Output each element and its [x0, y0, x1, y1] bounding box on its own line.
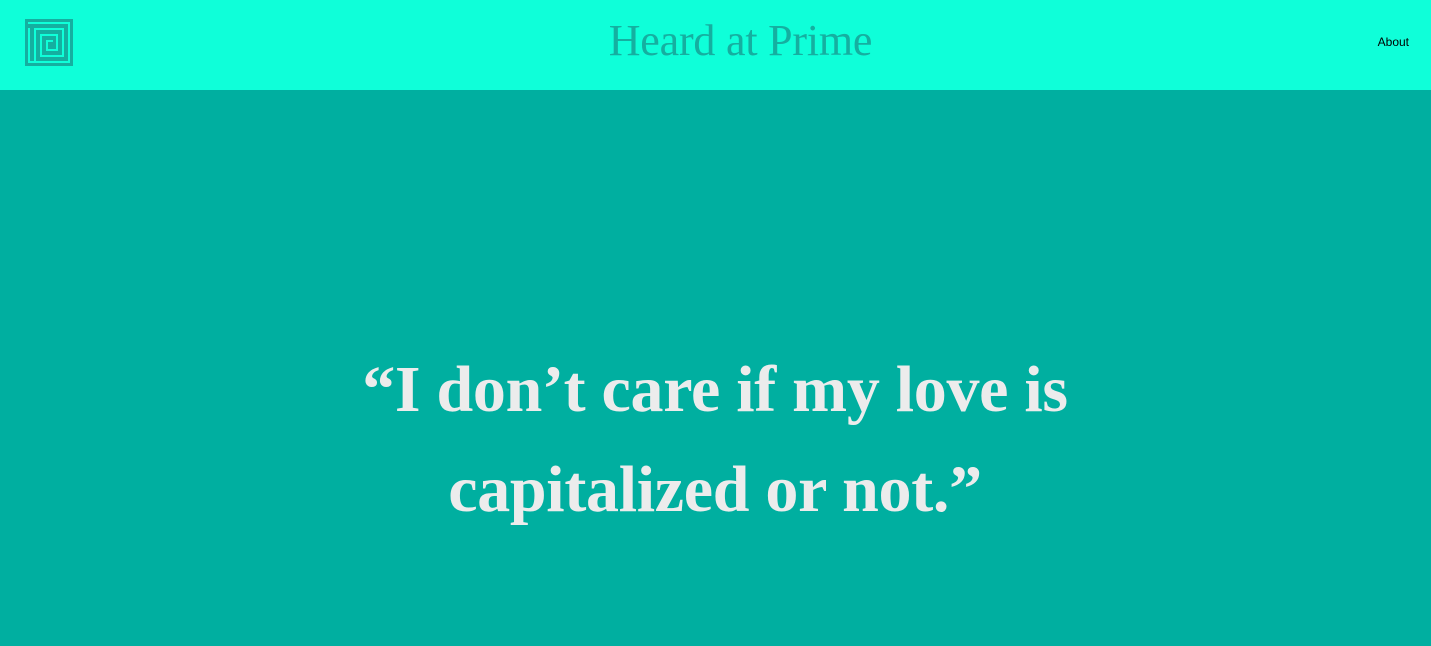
- featured-quote: “I don’t care if my love is capitalized …: [362, 353, 1068, 526]
- nav-about-link[interactable]: About: [1378, 34, 1409, 50]
- quote-section: “I don’t care if my love is capitalized …: [0, 90, 1431, 646]
- site-title: Heard at Prime: [608, 16, 873, 65]
- site-header: Heard at Prime About: [0, 0, 1431, 90]
